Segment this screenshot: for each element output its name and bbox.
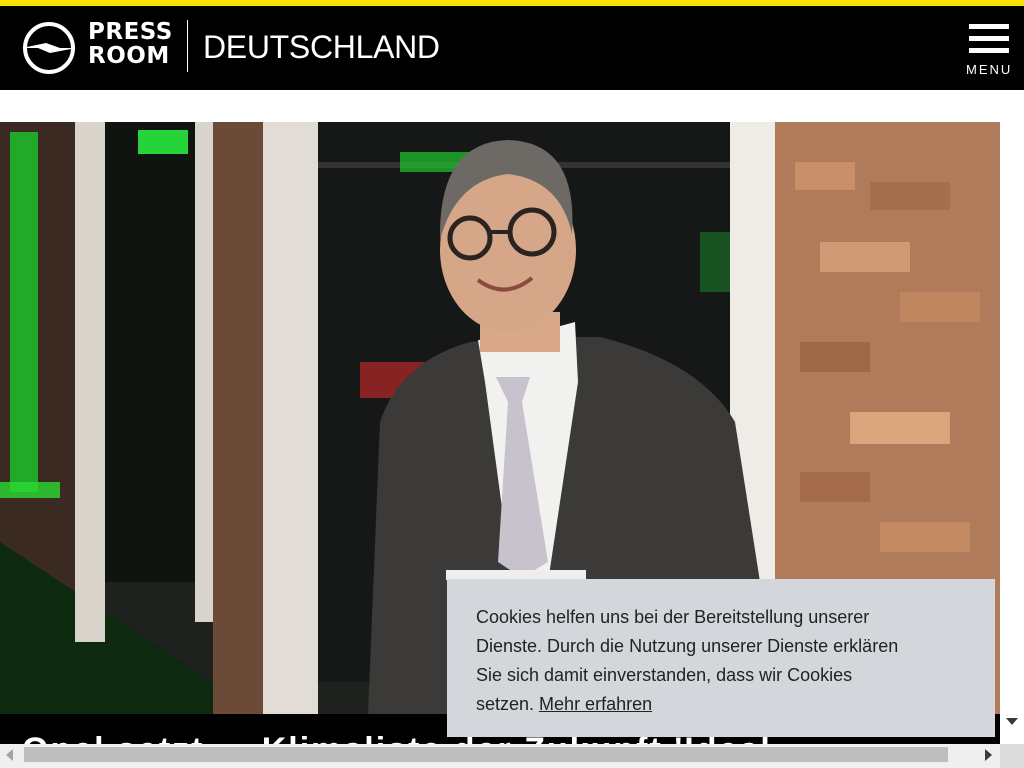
press-room-logo[interactable]: PRESS ROOM: [88, 20, 173, 68]
scrollbar-corner: [1000, 744, 1024, 768]
horizontal-scrollbar-thumb[interactable]: [24, 747, 948, 762]
cookie-text-line-3: Sie sich damit einverstanden, dass wir C…: [476, 665, 853, 685]
menu-label: MENU: [966, 62, 1013, 77]
cookie-text-line-4: setzen. Mehr erfahren: [476, 690, 967, 719]
logo-line-press: PRESS: [88, 19, 173, 45]
logo-line-room: ROOM: [88, 43, 170, 69]
cookie-text-line-2: Dienste. Durch die Nutzung unserer Diens…: [476, 636, 899, 656]
hamburger-bar: [969, 48, 1009, 53]
vertical-scrollbar[interactable]: [1000, 90, 1024, 744]
cookie-banner: Cookies helfen uns bei der Bereitstellun…: [447, 579, 995, 737]
logo-divider: [187, 20, 188, 72]
cookie-text-prefix: setzen.: [476, 694, 540, 714]
region-label: DEUTSCHLAND: [203, 29, 440, 65]
hamburger-menu-icon: [969, 24, 1009, 29]
cookie-text-line-1: Cookies helfen uns bei der Bereitstellun…: [476, 607, 870, 627]
opel-blitz-icon[interactable]: [20, 21, 78, 75]
menu-button[interactable]: MENU: [960, 20, 1020, 80]
cookie-more-info-link[interactable]: Mehr erfahren: [539, 694, 652, 714]
scroll-down-arrow-icon[interactable]: [1006, 718, 1018, 725]
scroll-right-arrow-icon[interactable]: [985, 749, 992, 761]
scroll-left-arrow-icon[interactable]: [6, 749, 13, 761]
header-bar: PRESS ROOM DEUTSCHLAND MENU: [0, 6, 1024, 90]
hamburger-bar: [969, 36, 1009, 41]
